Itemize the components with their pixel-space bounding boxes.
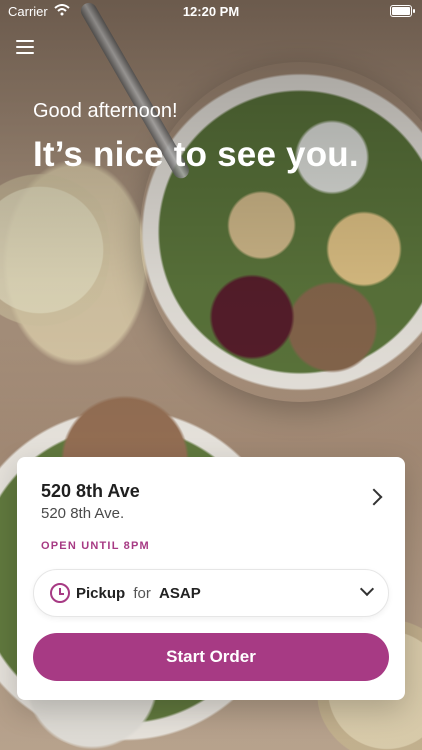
open-status: OPEN UNTIL 8PM	[41, 540, 150, 552]
clock-icon	[50, 583, 70, 603]
pickup-selector[interactable]: Pickup for ASAP	[33, 569, 389, 617]
greeting-headline: It’s nice to see you.	[33, 135, 359, 174]
chevron-down-icon	[359, 581, 375, 597]
start-order-button[interactable]: Start Order	[33, 633, 389, 681]
chevron-right-icon[interactable]	[365, 488, 383, 506]
order-time: ASAP	[159, 584, 201, 602]
store-card: 520 8th Ave 520 8th Ave. OPEN UNTIL 8PM …	[17, 457, 405, 700]
greeting-text: Good afternoon!	[33, 100, 178, 122]
for-label: for	[133, 584, 151, 602]
store-address: 520 8th Ave.	[41, 505, 125, 522]
pickup-text: Pickup for ASAP	[76, 585, 201, 602]
battery-icon	[390, 5, 415, 17]
order-mode: Pickup	[76, 584, 126, 602]
store-name[interactable]: 520 8th Ave	[41, 481, 140, 502]
status-time: 12:20 PM	[182, 4, 240, 19]
hamburger-menu-icon[interactable]	[16, 40, 34, 54]
status-bar: Carrier 12:20 PM	[0, 0, 422, 24]
